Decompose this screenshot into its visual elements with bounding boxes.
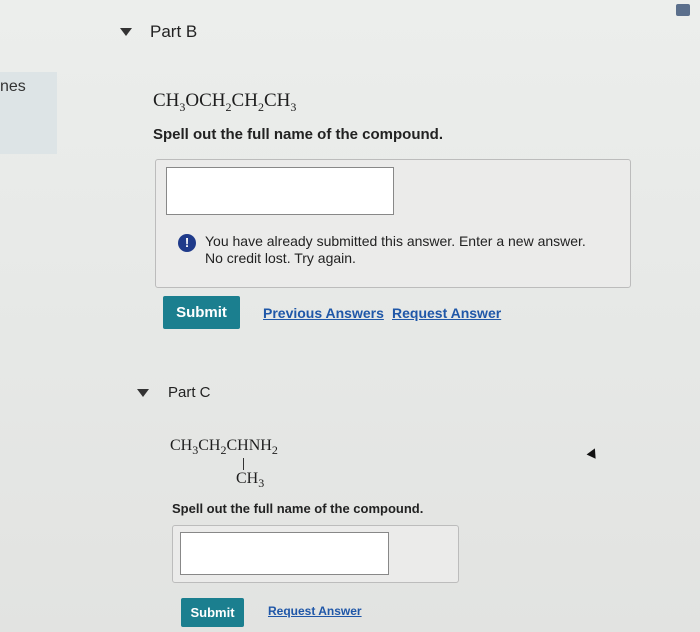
part-b-feedback: ! You have already submitted this answer… — [178, 233, 586, 267]
part-c-answer-area — [172, 525, 459, 583]
part-c-prompt: Spell out the full name of the compound. — [172, 501, 424, 516]
mouse-pointer-icon — [586, 446, 600, 459]
part-b-submit-button[interactable]: Submit — [163, 296, 240, 329]
part-b-prompt: Spell out the full name of the compound. — [153, 126, 443, 143]
part-b-request-answer-link[interactable]: Request Answer — [392, 305, 501, 321]
part-b-label: Part B — [150, 22, 198, 41]
page: nes Part B CH3OCH2CH2CH3 Spell out the f… — [0, 0, 700, 632]
part-b-answer-input[interactable] — [166, 167, 394, 215]
feedback-line-1: You have already submitted this answer. … — [205, 233, 586, 249]
part-c-header[interactable]: Part C — [137, 384, 211, 401]
part-c-formula-branch: CH3 — [236, 470, 265, 491]
previous-answers-link[interactable]: Previous Answers — [263, 305, 384, 321]
part-c-submit-button[interactable]: Submit — [181, 598, 244, 627]
part-b-header[interactable]: Part B — [120, 22, 197, 42]
sidebar-tab-label: nes — [0, 78, 26, 95]
part-c-label: Part C — [168, 384, 211, 401]
branch-bond — [243, 458, 244, 470]
feedback-line-2: No credit lost. Try again. — [205, 250, 356, 266]
collapse-caret-icon[interactable] — [120, 28, 132, 36]
part-c-formula: CH3CH2CHNH2 — [170, 437, 278, 458]
sidebar-tab[interactable]: nes — [0, 72, 57, 154]
warning-icon: ! — [178, 234, 196, 252]
part-b-formula: CH3OCH2CH2CH3 — [153, 90, 297, 114]
app-corner-icon[interactable] — [676, 4, 690, 16]
part-c-answer-input[interactable] — [180, 532, 389, 575]
part-c-request-answer-link[interactable]: Request Answer — [268, 604, 362, 618]
part-b-answer-area: ! You have already submitted this answer… — [155, 159, 631, 288]
collapse-caret-icon[interactable] — [137, 388, 149, 397]
